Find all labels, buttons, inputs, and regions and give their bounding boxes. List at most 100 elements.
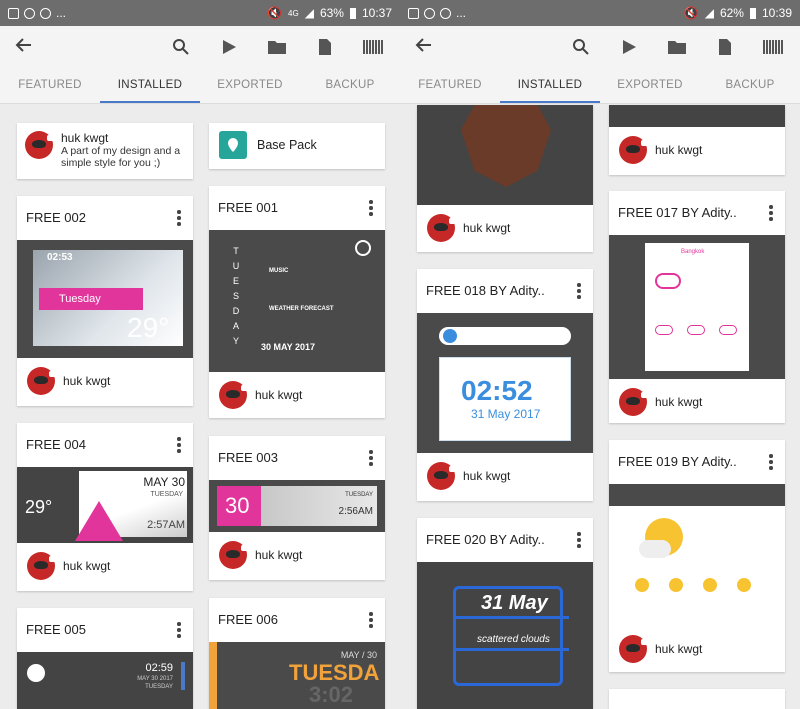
widget-date: MAY 30 2017 [137, 676, 173, 682]
widget-temp: 29° [127, 312, 170, 343]
tab-featured[interactable]: FEATURED [400, 70, 500, 103]
avatar [27, 367, 57, 395]
widget-card-partial[interactable]: huk kwgt [417, 105, 593, 252]
more-options-icon[interactable] [177, 437, 181, 455]
folder-icon[interactable] [666, 36, 688, 58]
base-pack-card[interactable]: Base Pack [209, 123, 385, 169]
screen-installed-right: ... 🔇 ◢ 62% 10:39 FEATURED INSTALLED EXP… [400, 0, 800, 709]
widget-time: 02:53 [47, 252, 73, 263]
author-name: huk kwgt [61, 131, 109, 145]
tab-featured[interactable]: FEATURED [0, 70, 100, 103]
card-title: FREE 017 BY Adity.. [618, 205, 737, 220]
widget-date: 30 MAY 2017 [261, 342, 316, 352]
more-notifications: ... [56, 6, 67, 20]
network-type: 4G [288, 8, 299, 18]
browser-icon [40, 7, 51, 19]
more-options-icon[interactable] [577, 532, 581, 550]
avatar [219, 541, 249, 569]
tab-bar: FEATURED INSTALLED EXPORTED BACKUP [0, 70, 400, 104]
card-title: FREE 004 [26, 437, 86, 452]
back-arrow-icon[interactable] [414, 35, 444, 61]
status-bar: ... 🔇 ◢ 62% 10:39 [400, 0, 800, 26]
widget-card-free006[interactable]: FREE 006 MAY / 30 TUESDA 3:02 [209, 598, 385, 709]
author-name: huk kwgt [655, 395, 703, 409]
widget-card-free017[interactable]: FREE 017 BY Adity.. Bangkok huk kwgt [609, 191, 785, 423]
search-icon[interactable] [170, 36, 192, 58]
signal-icon: ◢ [704, 6, 714, 20]
barcode-icon[interactable] [762, 36, 784, 58]
avatar [219, 381, 249, 409]
battery-percent: 63% [319, 6, 344, 20]
card-title: FREE 002 [26, 210, 86, 225]
author-description: A part of my design and a simple style f… [61, 145, 181, 169]
avatar [619, 388, 649, 416]
whatsapp-icon [24, 7, 35, 19]
tab-backup[interactable]: BACKUP [700, 70, 800, 103]
more-options-icon[interactable] [369, 450, 373, 468]
widget-time: 3:02 [309, 682, 354, 707]
widget-preview [609, 484, 785, 626]
widget-card-free003[interactable]: FREE 003 30 TUESDAY 2:56AM huk kwgt [209, 436, 385, 580]
widget-card-free018[interactable]: FREE 018 BY Adity.. 02:52 31 May 2017 hu… [417, 269, 593, 501]
author-name: huk kwgt [463, 469, 511, 483]
map-pin-icon [219, 131, 247, 159]
folder-icon[interactable] [266, 36, 288, 58]
widget-card-free020[interactable]: FREE 020 BY Adity.. 31 May scattered clo… [417, 518, 593, 709]
toolbar [400, 26, 800, 70]
widget-card-partial-3[interactable] [609, 689, 785, 709]
tab-exported[interactable]: EXPORTED [200, 70, 300, 103]
tab-installed[interactable]: INSTALLED [500, 70, 600, 103]
tab-installed[interactable]: INSTALLED [100, 70, 200, 103]
card-title: FREE 019 BY Adity.. [618, 454, 737, 469]
widget-card-free001[interactable]: FREE 001 TUESDAY MUSIC WEATHER FORECAST … [209, 186, 385, 418]
play-store-icon[interactable] [218, 36, 240, 58]
barcode-icon[interactable] [362, 36, 384, 58]
widget-day: TUESDAY [150, 491, 183, 498]
widget-card-partial-2[interactable]: huk kwgt [609, 105, 785, 175]
more-options-icon[interactable] [369, 200, 373, 218]
battery-percent: 62% [719, 6, 744, 20]
tab-backup[interactable]: BACKUP [300, 70, 400, 103]
card-title: FREE 020 BY Adity.. [426, 532, 545, 547]
widget-time: 02:52 [461, 375, 533, 406]
author-name: huk kwgt [255, 388, 303, 402]
file-icon[interactable] [314, 36, 336, 58]
battery-icon [749, 7, 756, 19]
widget-card-free005[interactable]: FREE 005 02:59 MAY 30 2017 TUESDAY [17, 608, 193, 709]
battery-icon [349, 7, 356, 19]
widget-card-free002[interactable]: FREE 002 02:53 Tuesday 29° huk kwgt [17, 196, 193, 406]
author-info-card[interactable]: huk kwgt A part of my design and a simpl… [17, 123, 193, 179]
search-icon[interactable] [570, 36, 592, 58]
more-options-icon[interactable] [577, 283, 581, 301]
card-title: FREE 006 [218, 612, 278, 627]
widget-card-free004[interactable]: FREE 004 29° MAY 30 TUESDAY 2:57AM huk k… [17, 423, 193, 591]
widget-preview: TUESDAY MUSIC WEATHER FORECAST 30 MAY 20… [209, 230, 385, 372]
author-name: huk kwgt [655, 642, 703, 656]
widget-label: TUESDAY [345, 492, 373, 498]
avatar [619, 136, 649, 164]
widget-preview: 02:53 Tuesday 29° [17, 240, 193, 358]
more-options-icon[interactable] [177, 622, 181, 640]
clock: 10:37 [361, 6, 392, 20]
more-options-icon[interactable] [769, 454, 773, 472]
toolbar [0, 26, 400, 70]
more-options-icon[interactable] [769, 205, 773, 223]
widget-preview: 29° MAY 30 TUESDAY 2:57AM [17, 467, 193, 543]
widget-preview [417, 105, 593, 205]
more-options-icon[interactable] [369, 612, 373, 630]
widget-date: MAY 30 [143, 475, 185, 489]
whatsapp-icon [424, 7, 435, 19]
play-store-icon[interactable] [618, 36, 640, 58]
avatar [27, 552, 57, 580]
gallery-icon [408, 7, 419, 19]
widget-day: Tuesday [39, 288, 143, 310]
more-options-icon[interactable] [177, 210, 181, 228]
tab-exported[interactable]: EXPORTED [600, 70, 700, 103]
base-pack-label: Base Pack [257, 138, 317, 152]
widget-card-free019[interactable]: FREE 019 BY Adity.. huk kwgt [609, 440, 785, 672]
file-icon[interactable] [714, 36, 736, 58]
back-arrow-icon[interactable] [14, 35, 44, 61]
avatar [427, 214, 457, 242]
music-label: MUSIC [269, 268, 289, 274]
widget-city: Bangkok [681, 249, 705, 255]
